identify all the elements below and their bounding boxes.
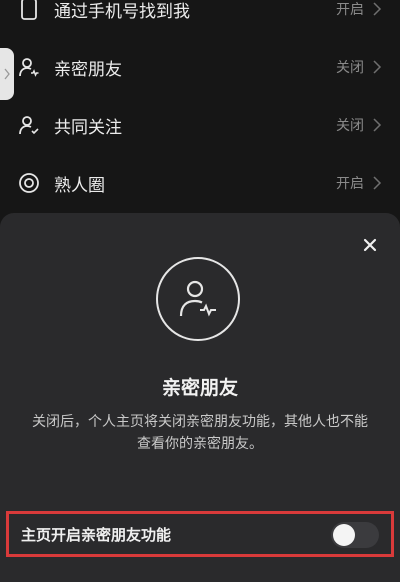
setting-status: 开启 bbox=[336, 176, 364, 192]
sheet-title: 亲密朋友 bbox=[161, 377, 238, 399]
setting-label: 共同关注 bbox=[54, 117, 122, 138]
setting-row-close-friends[interactable]: 亲密朋友 关闭 bbox=[0, 38, 400, 96]
chevron-right-icon bbox=[4, 68, 10, 80]
setting-status: 关闭 bbox=[336, 60, 364, 76]
setting-status: 关闭 bbox=[336, 118, 364, 134]
side-drawer-handle[interactable] bbox=[0, 48, 14, 100]
toggle-label: 主页开启亲密朋友功能 bbox=[21, 526, 172, 544]
setting-label: 通过手机号找到我 bbox=[54, 1, 190, 22]
bottom-sheet: 亲密朋友 关闭后，个人主页将关闭亲密朋友功能，其他人也不能查看你的亲密朋友。 主… bbox=[0, 213, 400, 582]
close-icon[interactable] bbox=[362, 237, 378, 253]
user-check-icon bbox=[18, 114, 40, 136]
phone-icon bbox=[18, 0, 40, 20]
chevron-right-icon bbox=[373, 60, 382, 74]
chevron-right-icon bbox=[373, 118, 382, 132]
setting-label: 亲密朋友 bbox=[54, 59, 122, 80]
target-circle-icon bbox=[18, 172, 40, 194]
close-friends-avatar-icon bbox=[156, 257, 240, 341]
close-friends-toggle-row[interactable]: 主页开启亲密朋友功能 bbox=[6, 511, 394, 557]
switch-knob bbox=[333, 524, 355, 546]
close-friends-switch[interactable] bbox=[331, 522, 379, 548]
setting-label: 熟人圈 bbox=[54, 175, 105, 196]
setting-status: 开启 bbox=[336, 2, 364, 18]
setting-row-mutual-follow[interactable]: 共同关注 关闭 bbox=[0, 96, 400, 154]
user-heart-icon bbox=[18, 56, 40, 78]
chevron-right-icon bbox=[373, 2, 382, 16]
chevron-right-icon bbox=[373, 176, 382, 190]
sheet-description: 关闭后，个人主页将关闭亲密朋友功能，其他人也不能查看你的亲密朋友。 bbox=[32, 414, 368, 452]
setting-row-acquaintance-circle[interactable]: 熟人圈 开启 bbox=[0, 154, 400, 212]
setting-row-phone[interactable]: 通过手机号找到我 开启 bbox=[0, 0, 400, 38]
